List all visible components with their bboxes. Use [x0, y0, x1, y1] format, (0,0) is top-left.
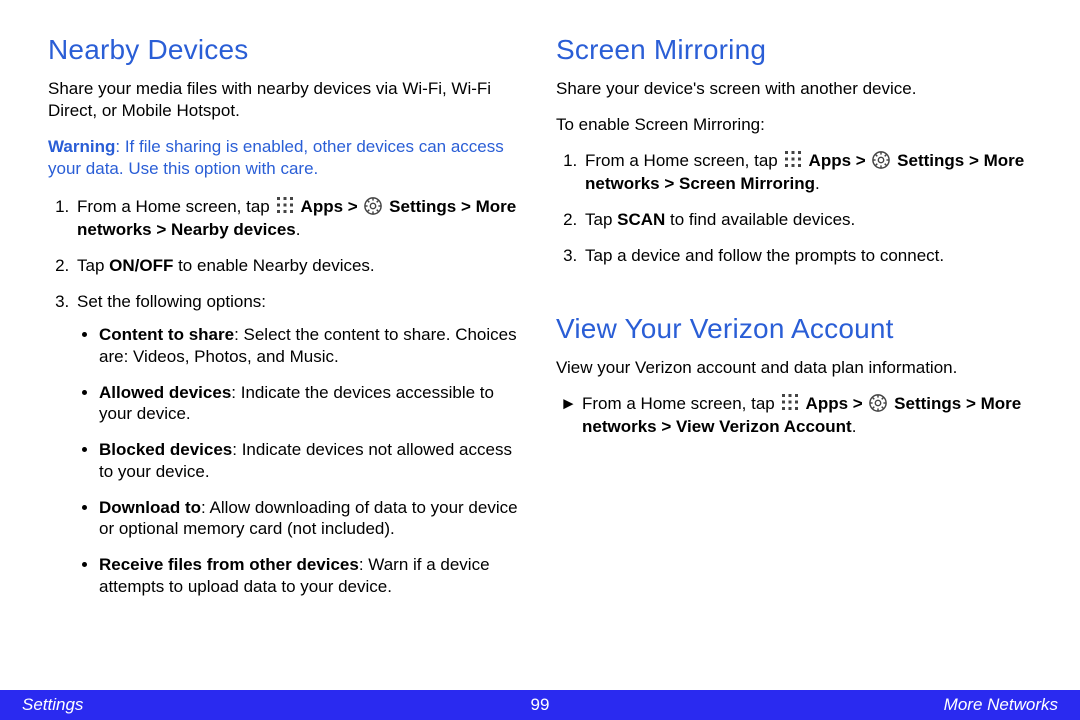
- verizon-step: ► From a Home screen, tap Apps > Setting…: [556, 393, 1032, 439]
- warning-text: Warning: If file sharing is enabled, oth…: [48, 136, 524, 180]
- step-3: Set the following options: Content to sh…: [74, 291, 524, 597]
- opt-content-to-share: Content to share: Select the content to …: [99, 324, 524, 368]
- settings-icon: [872, 151, 890, 169]
- opt-blocked-devices: Blocked devices: Indicate devices not al…: [99, 439, 524, 483]
- left-column: Nearby Devices Share your media files wi…: [48, 34, 524, 680]
- mirror-step-3: Tap a device and follow the prompts to c…: [582, 245, 1032, 268]
- apps-icon: [276, 196, 294, 214]
- heading-nearby-devices: Nearby Devices: [48, 34, 524, 66]
- steps-nearby: From a Home screen, tap Apps > Settings …: [48, 196, 524, 597]
- page-number: 99: [367, 695, 712, 715]
- enable-mirroring-label: To enable Screen Mirroring:: [556, 114, 1032, 136]
- settings-icon: [364, 197, 382, 215]
- steps-mirroring: From a Home screen, tap Apps > Settings …: [556, 150, 1032, 268]
- heading-screen-mirroring: Screen Mirroring: [556, 34, 1032, 66]
- step-1: From a Home screen, tap Apps > Settings …: [74, 196, 524, 242]
- intro-nearby: Share your media files with nearby devic…: [48, 78, 524, 122]
- settings-icon: [869, 394, 887, 412]
- intro-mirroring: Share your device's screen with another …: [556, 78, 1032, 100]
- step-2: Tap ON/OFF to enable Nearby devices.: [74, 255, 524, 278]
- footer-bar: Settings 99 More Networks: [0, 690, 1080, 720]
- footer-left: Settings: [22, 695, 367, 715]
- opt-receive-files: Receive files from other devices: Warn i…: [99, 554, 524, 598]
- opt-allowed-devices: Allowed devices: Indicate the devices ac…: [99, 382, 524, 426]
- heading-verizon-account: View Your Verizon Account: [556, 313, 1032, 345]
- apps-icon: [781, 393, 799, 411]
- right-column: Screen Mirroring Share your device's scr…: [556, 34, 1032, 680]
- apps-icon: [784, 150, 802, 168]
- page-content: Nearby Devices Share your media files wi…: [0, 0, 1080, 680]
- mirror-step-2: Tap SCAN to find available devices.: [582, 209, 1032, 232]
- mirror-step-1: From a Home screen, tap Apps > Settings …: [582, 150, 1032, 196]
- options-list: Content to share: Select the content to …: [77, 324, 524, 598]
- intro-verizon: View your Verizon account and data plan …: [556, 357, 1032, 379]
- arrow-icon: ►: [556, 393, 582, 439]
- opt-download-to: Download to: Allow downloading of data t…: [99, 497, 524, 541]
- footer-right: More Networks: [713, 695, 1058, 715]
